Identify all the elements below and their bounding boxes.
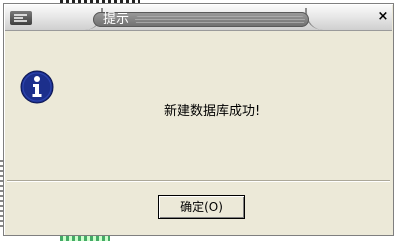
message-text: 新建数据库成功! [164, 104, 261, 119]
close-button[interactable]: × [376, 10, 390, 24]
title-decoration [305, 8, 347, 30]
app-icon [10, 11, 32, 25]
ok-button[interactable]: 确定(O) [158, 195, 245, 219]
info-icon [20, 70, 54, 104]
close-icon[interactable]: × [378, 9, 389, 24]
desktop-background: 提示 × 新建数据库成功! 确定(O) [0, 0, 396, 241]
dialog-title: 提示 [103, 12, 130, 27]
divider [7, 180, 390, 182]
title-pill: 提示 [93, 12, 309, 27]
title-bar[interactable]: 提示 × [5, 5, 392, 31]
message-dialog: 提示 × 新建数据库成功! 确定(O) [3, 3, 394, 236]
title-stripes [135, 16, 305, 24]
